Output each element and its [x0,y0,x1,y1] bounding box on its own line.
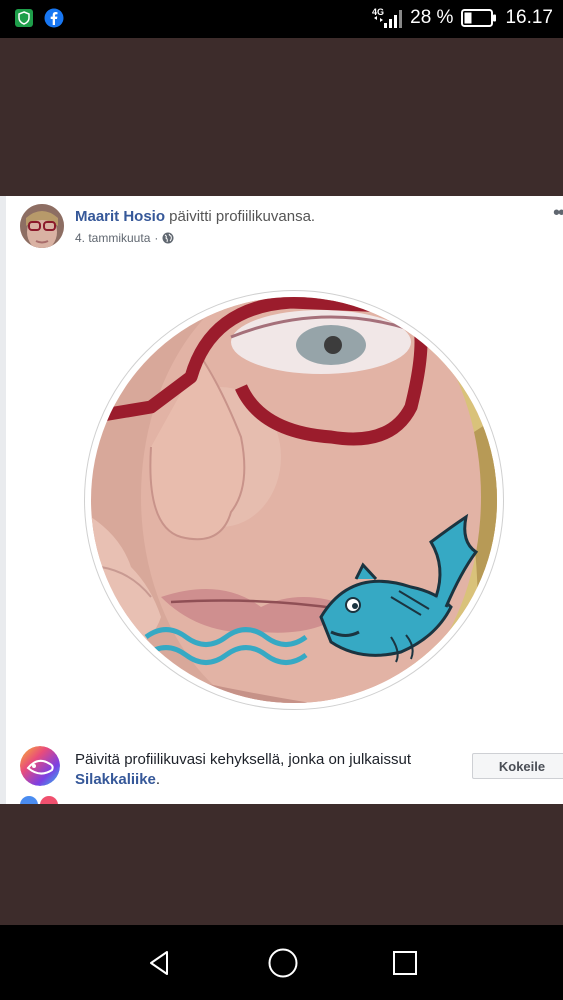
author-name-link[interactable]: Maarit Hosio [75,208,165,225]
system-status: 4G 28 % 16.17 [372,6,553,30]
frame-fish-overlay [144,513,479,665]
shield-app-icon [15,9,33,27]
signal-icon: 4G [372,7,403,28]
post-card: Maarit Hosio päivitti profiilikuvansa. 4… [0,196,563,804]
post-date[interactable]: 4. tammikuuta [75,231,150,245]
home-icon[interactable] [267,947,299,979]
fish-icon [319,513,479,663]
globe-icon [162,232,174,244]
facebook-icon [44,8,64,28]
reaction-icons [20,796,58,804]
clock: 16.17 [505,7,553,28]
promo-message: Päivitä profiilikuvasi kehyksellä, jonka… [75,751,411,768]
frame-promo-text: Päivitä profiilikuvasi kehyksellä, jonka… [75,750,445,790]
meta-separator: · [154,231,159,245]
author-avatar[interactable] [20,204,64,248]
post-header: Maarit Hosio päivitti profiilikuvansa. [75,208,315,225]
love-reaction-icon [40,796,58,804]
back-icon[interactable] [145,948,175,978]
post-meta: 4. tammikuuta · [75,231,174,245]
promo-suffix: . [155,771,161,788]
network-type: 4G [372,7,384,17]
profile-photo-image [91,297,497,703]
more-options-icon[interactable]: •• [553,202,563,225]
frame-publisher-link[interactable]: Silakkaliike [75,771,156,788]
battery-icon [461,9,497,27]
frame-logo-icon[interactable] [20,746,60,786]
recents-icon[interactable] [391,949,419,977]
post-action-text: päivitti profiilikuvansa. [165,208,316,225]
notification-icons [14,8,64,28]
like-reaction-icon [20,796,38,804]
card-edge [0,196,6,804]
navigation-bar [0,925,563,1000]
profile-picture[interactable] [84,290,504,710]
try-frame-button[interactable]: Kokeile [472,753,563,779]
frame-promo: Päivitä profiilikuvasi kehyksellä, jonka… [20,744,563,804]
status-bar: 4G 28 % 16.17 [0,0,563,38]
battery-percent: 28 % [410,7,454,28]
